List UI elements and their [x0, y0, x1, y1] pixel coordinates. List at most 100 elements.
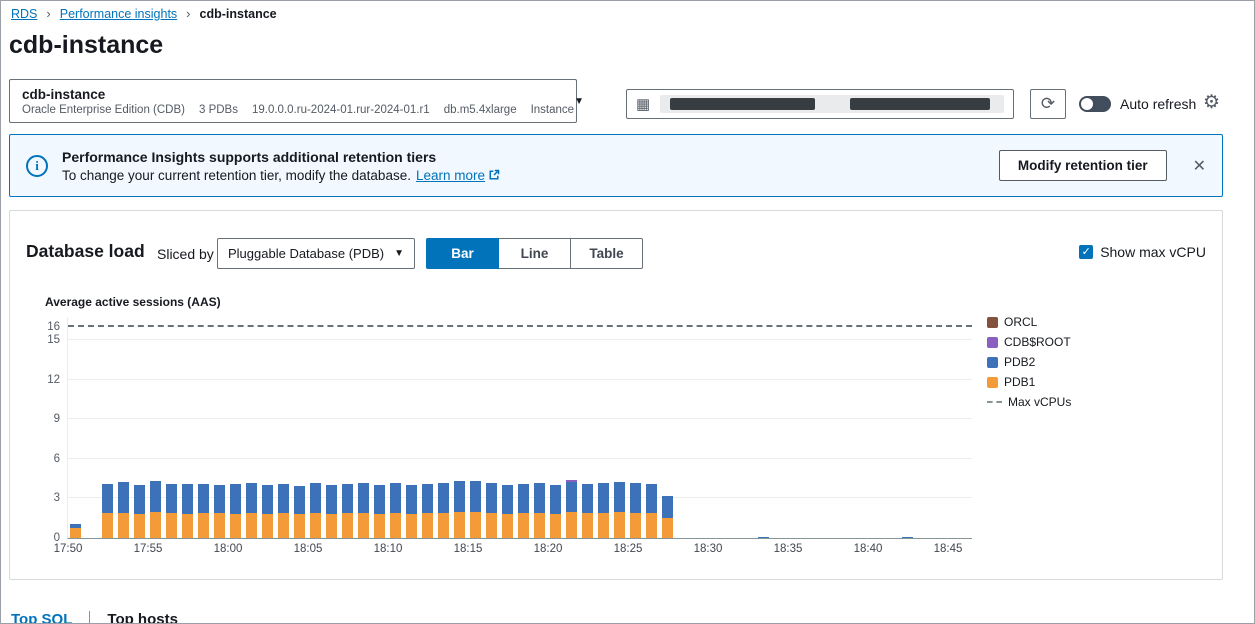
chart-bar-segment — [374, 514, 385, 538]
gear-icon[interactable]: ⚙ — [1203, 91, 1220, 114]
legend-color-swatch — [987, 317, 998, 328]
chart-bar-segment — [550, 514, 561, 538]
legend-dash-swatch — [987, 401, 1002, 403]
chart-bar-segment — [550, 485, 561, 514]
view-tab-table[interactable]: Table — [570, 238, 643, 269]
instance-selector-name: cdb-instance — [22, 87, 574, 102]
chart-bar-segment — [486, 513, 497, 538]
x-axis-tick-label: 18:05 — [294, 543, 323, 555]
chart-bar-segment — [262, 514, 273, 538]
chart-bar-segment — [406, 485, 417, 514]
chart-title: Average active sessions (AAS) — [45, 295, 221, 309]
time-range-input[interactable]: ▦ — [626, 89, 1014, 119]
banner-text: Performance Insights supports additional… — [62, 149, 985, 183]
chart-plot: 036912151617:5017:5518:0018:0518:1018:15… — [67, 317, 972, 539]
chart-bar-segment — [614, 512, 625, 538]
breadcrumb-link-performance-insights[interactable]: Performance insights — [60, 7, 177, 21]
chart-bar-segment — [310, 513, 321, 538]
x-axis-tick-label: 18:10 — [374, 543, 403, 555]
chart-bar-segment — [70, 524, 81, 528]
chart-bar-segment — [486, 483, 497, 513]
chart-bar-segment — [582, 513, 593, 538]
learn-more-link[interactable]: Learn more — [416, 168, 500, 183]
external-link-icon — [488, 169, 500, 181]
max-vcpu-line — [68, 325, 972, 327]
y-axis-tick-label: 9 — [28, 413, 60, 425]
chart-bar-segment — [582, 484, 593, 513]
chart-bar-segment — [150, 512, 161, 538]
refresh-button[interactable]: ⟳ — [1030, 89, 1066, 119]
legend-color-swatch — [987, 357, 998, 368]
chart-bar-segment — [566, 482, 577, 512]
chart-bar-segment — [902, 537, 913, 538]
legend-item: PDB2 — [987, 355, 1071, 369]
legend-item: Max vCPUs — [987, 395, 1071, 409]
chart-bar-segment — [502, 485, 513, 514]
x-axis-tick-label: 18:40 — [854, 543, 883, 555]
chart-bar-segment — [502, 514, 513, 538]
chart-bar-segment — [326, 485, 337, 514]
chart-bar-segment — [758, 537, 769, 538]
view-tab-line[interactable]: Line — [498, 238, 571, 269]
close-icon[interactable]: ✕ — [1193, 156, 1206, 176]
chart-bar-segment — [278, 484, 289, 513]
chart-bar-segment — [182, 514, 193, 538]
chart-bar-segment — [310, 483, 321, 513]
chart-bar-segment — [230, 514, 241, 538]
show-max-vcpu-checkbox[interactable]: ✓ — [1079, 245, 1093, 259]
tab-top-hosts[interactable]: Top hosts — [107, 611, 178, 624]
chart-bar-segment — [358, 483, 369, 513]
chart-bar-segment — [214, 513, 225, 538]
chart-bar-segment — [246, 483, 257, 513]
chart-bar-segment — [422, 484, 433, 513]
chart-bar-segment — [534, 513, 545, 538]
chart-bar-segment — [118, 482, 129, 513]
chart-bar-segment — [278, 513, 289, 538]
breadcrumb-current: cdb-instance — [200, 7, 277, 21]
auto-refresh-toggle[interactable] — [1079, 96, 1111, 112]
chart-bar-segment — [198, 513, 209, 538]
slice-by-select[interactable]: Pluggable Database (PDB) ▼ — [217, 238, 415, 269]
chart-bar-segment — [630, 513, 641, 538]
calendar-icon: ▦ — [636, 97, 650, 112]
chart-bar-segment — [70, 528, 81, 538]
legend-label: CDB$ROOT — [1004, 335, 1071, 349]
chart-bar-segment — [182, 484, 193, 514]
show-max-vcpu-label: Show max vCPU — [1100, 244, 1206, 260]
breadcrumb: RDS › Performance insights › cdb-instanc… — [11, 6, 277, 21]
chart-bar-segment — [198, 484, 209, 513]
chart-bar-segment — [406, 514, 417, 538]
y-axis-tick-label: 3 — [28, 492, 60, 504]
tab-top-sql[interactable]: Top SQL — [11, 611, 72, 624]
chart-bar-segment — [166, 484, 177, 513]
legend-item: ORCL — [987, 315, 1071, 329]
banner-description: To change your current retention tier, m… — [62, 168, 985, 183]
chevron-down-icon: ▼ — [574, 96, 584, 107]
page-title: cdb-instance — [9, 31, 163, 60]
breadcrumb-chevron-icon: › — [46, 6, 50, 21]
view-tab-bar[interactable]: Bar — [426, 238, 499, 269]
chart-bar-segment — [134, 514, 145, 538]
legend-label: ORCL — [1004, 315, 1037, 329]
modify-retention-tier-button[interactable]: Modify retention tier — [999, 150, 1167, 181]
x-axis-tick-label: 18:25 — [614, 543, 643, 555]
instance-selector-details: Oracle Enterprise Edition (CDB) 3 PDBs 1… — [22, 104, 574, 116]
x-axis-tick-label: 18:35 — [774, 543, 803, 555]
x-axis-tick-label: 17:55 — [134, 543, 163, 555]
instance-selector[interactable]: cdb-instance Oracle Enterprise Edition (… — [9, 79, 577, 123]
chart-bar-segment — [454, 481, 465, 512]
show-max-vcpu-control[interactable]: ✓ Show max vCPU — [1079, 244, 1206, 260]
view-toggle-group: Bar Line Table — [426, 238, 643, 269]
y-axis-tick-label: 15 — [28, 334, 60, 346]
breadcrumb-link-rds[interactable]: RDS — [11, 7, 37, 21]
chart-bar-segment — [598, 483, 609, 513]
chart-legend: ORCL CDB$ROOT PDB2 PDB1 Max vCPUs — [987, 315, 1071, 409]
x-axis-tick-label: 17:50 — [54, 543, 83, 555]
refresh-icon: ⟳ — [1041, 94, 1055, 114]
chart-bar-segment — [614, 482, 625, 512]
redaction-block — [670, 98, 815, 110]
gridline — [68, 458, 972, 459]
chart-bar-segment — [262, 485, 273, 514]
y-axis-tick-label: 16 — [28, 321, 60, 333]
legend-label: PDB1 — [1004, 375, 1035, 389]
